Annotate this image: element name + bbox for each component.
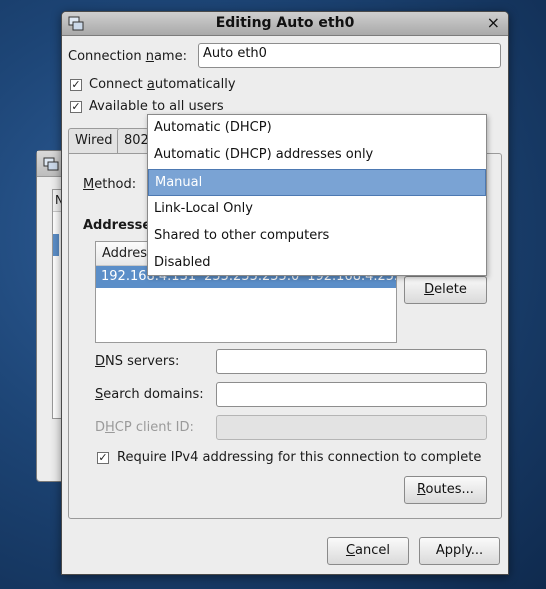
delete-button[interactable]: Delete — [404, 276, 487, 304]
background-list-selected-row — [53, 234, 59, 256]
dialog-title: Editing Auto eth0 — [215, 15, 355, 31]
dns-servers-label: DNS servers: — [95, 354, 180, 369]
menu-item-automatic-dhcp[interactable]: Automatic (DHCP) — [148, 115, 486, 142]
cancel-button[interactable]: Cancel — [327, 537, 409, 565]
connection-name-label: Connection name: — [68, 49, 187, 64]
search-domains-label: Search domains: — [95, 387, 204, 402]
tab-802-1x[interactable]: 802 — [117, 128, 149, 154]
available-all-users-label: Available to all users — [89, 99, 224, 114]
menu-item-link-local-only[interactable]: Link-Local Only — [148, 196, 486, 223]
search-domains-input[interactable] — [216, 382, 487, 407]
require-ipv4-label: Require IPv4 addressing for this connect… — [117, 450, 482, 465]
dialog-titlebar[interactable]: Editing Auto eth0 × — [62, 12, 508, 36]
dhcp-client-id-input — [216, 415, 487, 440]
close-icon[interactable]: × — [487, 14, 500, 32]
menu-item-disabled[interactable]: Disabled — [148, 250, 486, 277]
require-ipv4-checkbox[interactable]: ✓ — [97, 452, 109, 464]
network-app-icon — [43, 156, 59, 176]
edit-connection-dialog: Editing Auto eth0 × Connection name: Aut… — [61, 11, 509, 575]
routes-button[interactable]: Routes... — [404, 476, 487, 504]
connect-automatically-checkbox[interactable]: ✓ — [70, 79, 82, 91]
available-all-users-checkbox[interactable]: ✓ — [70, 101, 82, 113]
method-dropdown-menu[interactable]: Automatic (DHCP) Automatic (DHCP) addres… — [147, 114, 487, 276]
dhcp-client-id-label: DHCP client ID: — [95, 420, 194, 435]
connect-automatically-label: Connect automatically — [89, 77, 236, 92]
menu-item-automatic-dhcp-addresses-only[interactable]: Automatic (DHCP) addresses only — [148, 142, 486, 169]
method-label: Method: — [83, 177, 137, 192]
menu-item-manual[interactable]: Manual — [148, 169, 486, 196]
addresses-heading: Addresse — [83, 218, 149, 233]
tab-wired[interactable]: Wired — [68, 128, 120, 154]
menu-item-shared-to-other-computers[interactable]: Shared to other computers — [148, 223, 486, 250]
dns-servers-input[interactable] — [216, 349, 487, 374]
connection-name-input[interactable]: Auto eth0 — [198, 43, 501, 68]
apply-button[interactable]: Apply... — [419, 537, 500, 565]
